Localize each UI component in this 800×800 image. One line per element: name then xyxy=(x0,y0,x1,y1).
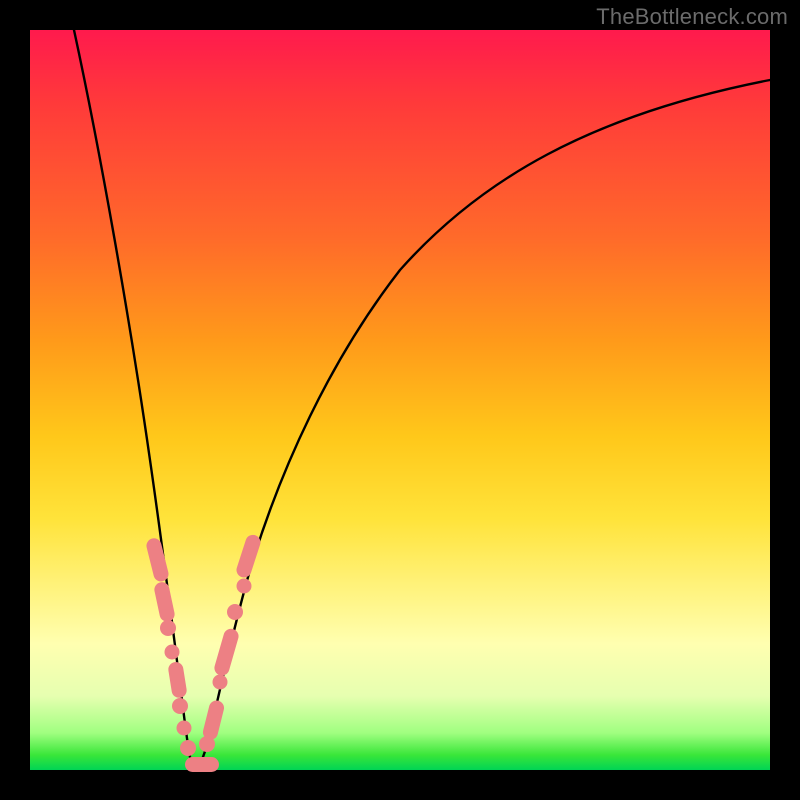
marker-dot xyxy=(180,740,196,756)
marker-group-left xyxy=(145,537,196,756)
marker-dot xyxy=(213,675,228,690)
plot-area xyxy=(30,30,770,770)
watermark-text: TheBottleneck.com xyxy=(596,4,788,30)
marker-pill xyxy=(185,757,219,772)
bottleneck-curve xyxy=(74,30,770,769)
marker-pill xyxy=(153,581,176,623)
marker-dot xyxy=(177,721,192,736)
marker-group-right xyxy=(199,533,262,752)
marker-pill xyxy=(167,661,187,699)
curve-layer xyxy=(30,30,770,770)
marker-dot xyxy=(160,620,176,636)
marker-group-bottom xyxy=(185,757,219,772)
marker-pill xyxy=(201,699,225,741)
marker-dot xyxy=(237,579,252,594)
marker-dot xyxy=(227,604,243,620)
chart-frame: TheBottleneck.com xyxy=(0,0,800,800)
marker-dot xyxy=(165,645,180,660)
marker-pill xyxy=(235,533,263,579)
marker-pill xyxy=(145,537,170,583)
marker-dot xyxy=(172,698,188,714)
marker-pill xyxy=(213,627,241,677)
